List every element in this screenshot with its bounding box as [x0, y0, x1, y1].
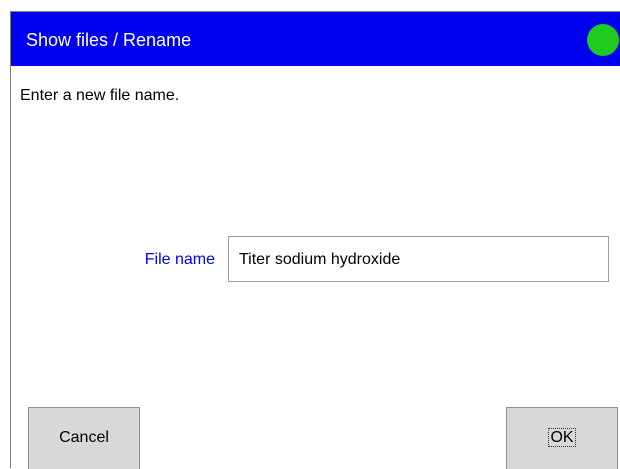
- ok-button-label: OK: [548, 428, 576, 447]
- window-title: Show files / Rename: [26, 30, 192, 50]
- instruction-text: Enter a new file name.: [20, 87, 180, 104]
- cancel-button[interactable]: Cancel: [28, 407, 140, 469]
- rename-dialog: Show files / Rename Enter a new file nam…: [10, 11, 620, 469]
- file-name-value: Titer sodium hydroxide: [239, 251, 401, 268]
- status-indicator-icon: [587, 24, 619, 56]
- file-name-input[interactable]: Titer sodium hydroxide: [228, 236, 609, 282]
- ok-button-label-wrap: OK: [507, 428, 617, 448]
- ok-button[interactable]: OK: [506, 407, 618, 469]
- title-bar: Show files / Rename: [11, 12, 620, 66]
- file-name-label: File name: [144, 251, 215, 268]
- cancel-button-label: Cancel: [59, 429, 109, 446]
